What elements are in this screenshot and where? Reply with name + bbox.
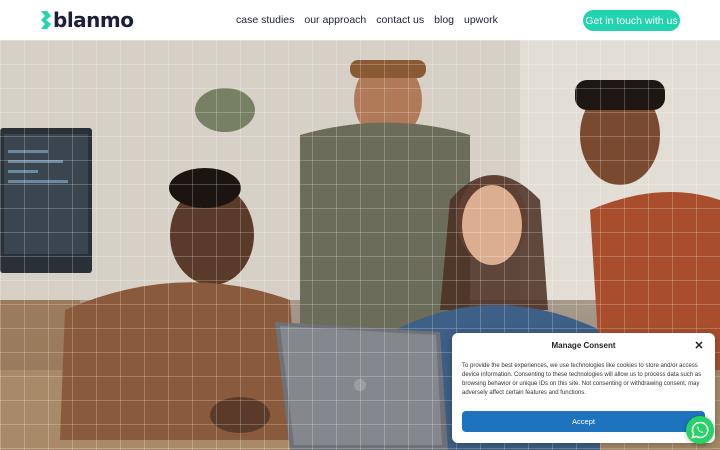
accept-button[interactable]: Accept (462, 411, 705, 432)
brand-logo[interactable]: blanmo (40, 9, 134, 31)
main-nav: case studies our approach contact us blo… (236, 13, 498, 27)
logo-mark-icon (41, 11, 51, 29)
nav-blog[interactable]: blog (434, 13, 454, 27)
brand-name: blanmo (53, 8, 134, 32)
site-header: blanmo case studies our approach contact… (0, 0, 720, 40)
nav-upwork[interactable]: upwork (464, 13, 498, 27)
whatsapp-glyph-icon (691, 421, 709, 439)
get-in-touch-button[interactable]: Get in touch with us (583, 10, 680, 31)
consent-body: To provide the best experiences, we use … (462, 363, 702, 396)
close-icon[interactable]: ✕ (694, 341, 704, 352)
nav-our-approach[interactable]: our approach (304, 13, 366, 27)
whatsapp-icon[interactable] (686, 416, 714, 444)
consent-title: Manage Consent (551, 341, 616, 350)
nav-contact-us[interactable]: contact us (376, 13, 424, 27)
nav-case-studies[interactable]: case studies (236, 13, 294, 27)
cookie-consent-dialog: Manage Consent ✕ To provide the best exp… (452, 333, 715, 443)
